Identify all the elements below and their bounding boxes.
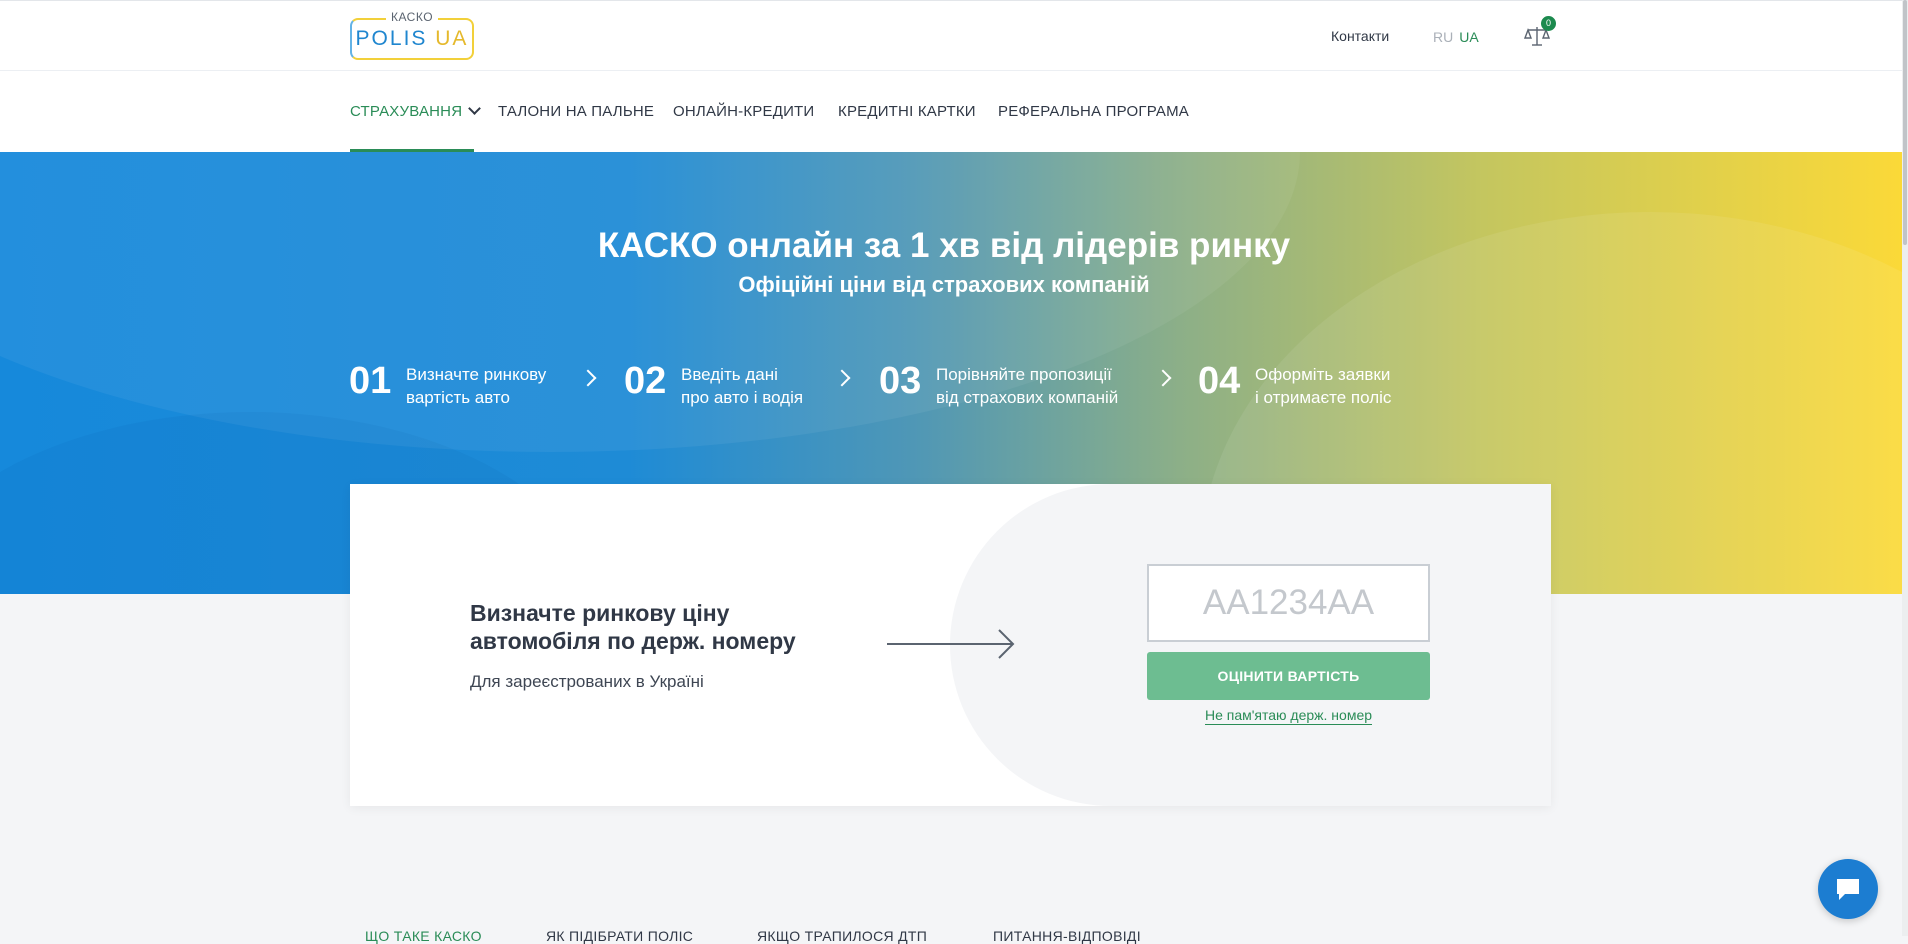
nav-item-label: СТРАХУВАННЯ [350, 103, 463, 120]
plate-lookup-card: Визначте ринкову ціну автомобіля по держ… [350, 484, 1551, 806]
contacts-link[interactable]: Контакти [1331, 28, 1389, 44]
nav-item-online-credits[interactable]: ОНЛАЙН-КРЕДИТИ [673, 103, 814, 120]
arrow-right-icon [887, 629, 1015, 659]
tab-faq[interactable]: ПИТАННЯ-ВІДПОВІДІ [993, 928, 1141, 944]
step-text: Оформіть заявки і отримаєте поліс [1255, 363, 1391, 409]
logo-kasko-label: КАСКО [352, 10, 472, 24]
hero-subtitle: Офіційні ціни від страхових компаній [738, 272, 1150, 297]
chevron-down-icon [468, 102, 482, 115]
lang-ru-link[interactable]: RU [1433, 29, 1453, 45]
logo-main-text: POLIS UA [352, 27, 472, 51]
step-line: і отримаєте поліс [1255, 388, 1392, 407]
step-number: 01 [349, 360, 392, 402]
step-line: Порівняйте пропозиції [936, 365, 1112, 384]
logo-ua-text: UA [435, 27, 469, 50]
step-text: Введіть дані про авто і водія [681, 363, 803, 409]
step-line: вартість авто [406, 388, 510, 407]
chat-button[interactable] [1818, 859, 1878, 919]
card-subtitle: Для зареєстрованих в Україні [470, 672, 704, 691]
hero-title: КАСКО онлайн за 1 хв від лідерів ринку [597, 226, 1291, 265]
card-title: Визначте ринкову ціну автомобіля по держ… [470, 600, 796, 654]
step-line: Визначте ринкову [406, 365, 547, 384]
tab-what-is-kasko[interactable]: ЩО ТАКЕ КАСКО [365, 928, 482, 944]
nav-item-credit-cards[interactable]: КРЕДИТНІ КАРТКИ [838, 103, 976, 120]
top-header: КАСКО POLIS UA Контакти RU UA 0 [0, 0, 1908, 71]
forgot-plate-link-wrapper: Не пам'ятаю держ. номер [1147, 707, 1430, 725]
step-number: 02 [624, 360, 667, 402]
step-number: 03 [879, 360, 922, 402]
step-line: Введіть дані [681, 365, 778, 384]
step-line: від страхових компаній [936, 388, 1119, 407]
lang-ua-link[interactable]: UA [1459, 29, 1478, 45]
nav-item-insurance[interactable]: СТРАХУВАННЯ [350, 102, 482, 120]
card-background-shape [950, 484, 1551, 806]
step-line: про авто і водія [681, 388, 804, 407]
logo-polis-text: POLIS [355, 27, 428, 50]
page-scrollbar-thumb[interactable] [1903, 0, 1907, 245]
language-switcher: RU UA [1433, 29, 1479, 45]
nav-item-referral-program[interactable]: РЕФЕРАЛЬНА ПРОГРАМА [998, 103, 1189, 120]
compare-count-badge: 0 [1541, 16, 1556, 31]
tab-if-accident[interactable]: ЯКЩО ТРАПИЛОСЯ ДТП [757, 928, 927, 944]
step-text: Визначте ринкову вартість авто [406, 363, 546, 409]
chevron-right-icon [1154, 369, 1172, 387]
step-line: Оформіть заявки [1255, 365, 1391, 384]
nav-item-fuel-coupons[interactable]: ТАЛОНИ НА ПАЛЬНЕ [498, 103, 654, 120]
main-nav: СТРАХУВАННЯ ТАЛОНИ НА ПАЛЬНЕ ОНЛАЙН-КРЕД… [0, 71, 1908, 153]
step-number: 04 [1198, 360, 1241, 402]
logo-top-text: КАСКО [385, 10, 439, 24]
estimate-value-button[interactable]: ОЦІНИТИ ВАРТІСТЬ [1147, 652, 1430, 700]
license-plate-input[interactable] [1147, 564, 1430, 642]
polis-ua-logo[interactable]: КАСКО POLIS UA [350, 10, 474, 60]
forgot-plate-link[interactable]: Не пам'ятаю держ. номер [1204, 707, 1373, 725]
tab-how-to-choose[interactable]: ЯК ПІДІБРАТИ ПОЛІС [546, 928, 693, 944]
chat-bubble-icon [1837, 879, 1859, 900]
step-text: Порівняйте пропозиції від страхових компа… [936, 363, 1118, 409]
